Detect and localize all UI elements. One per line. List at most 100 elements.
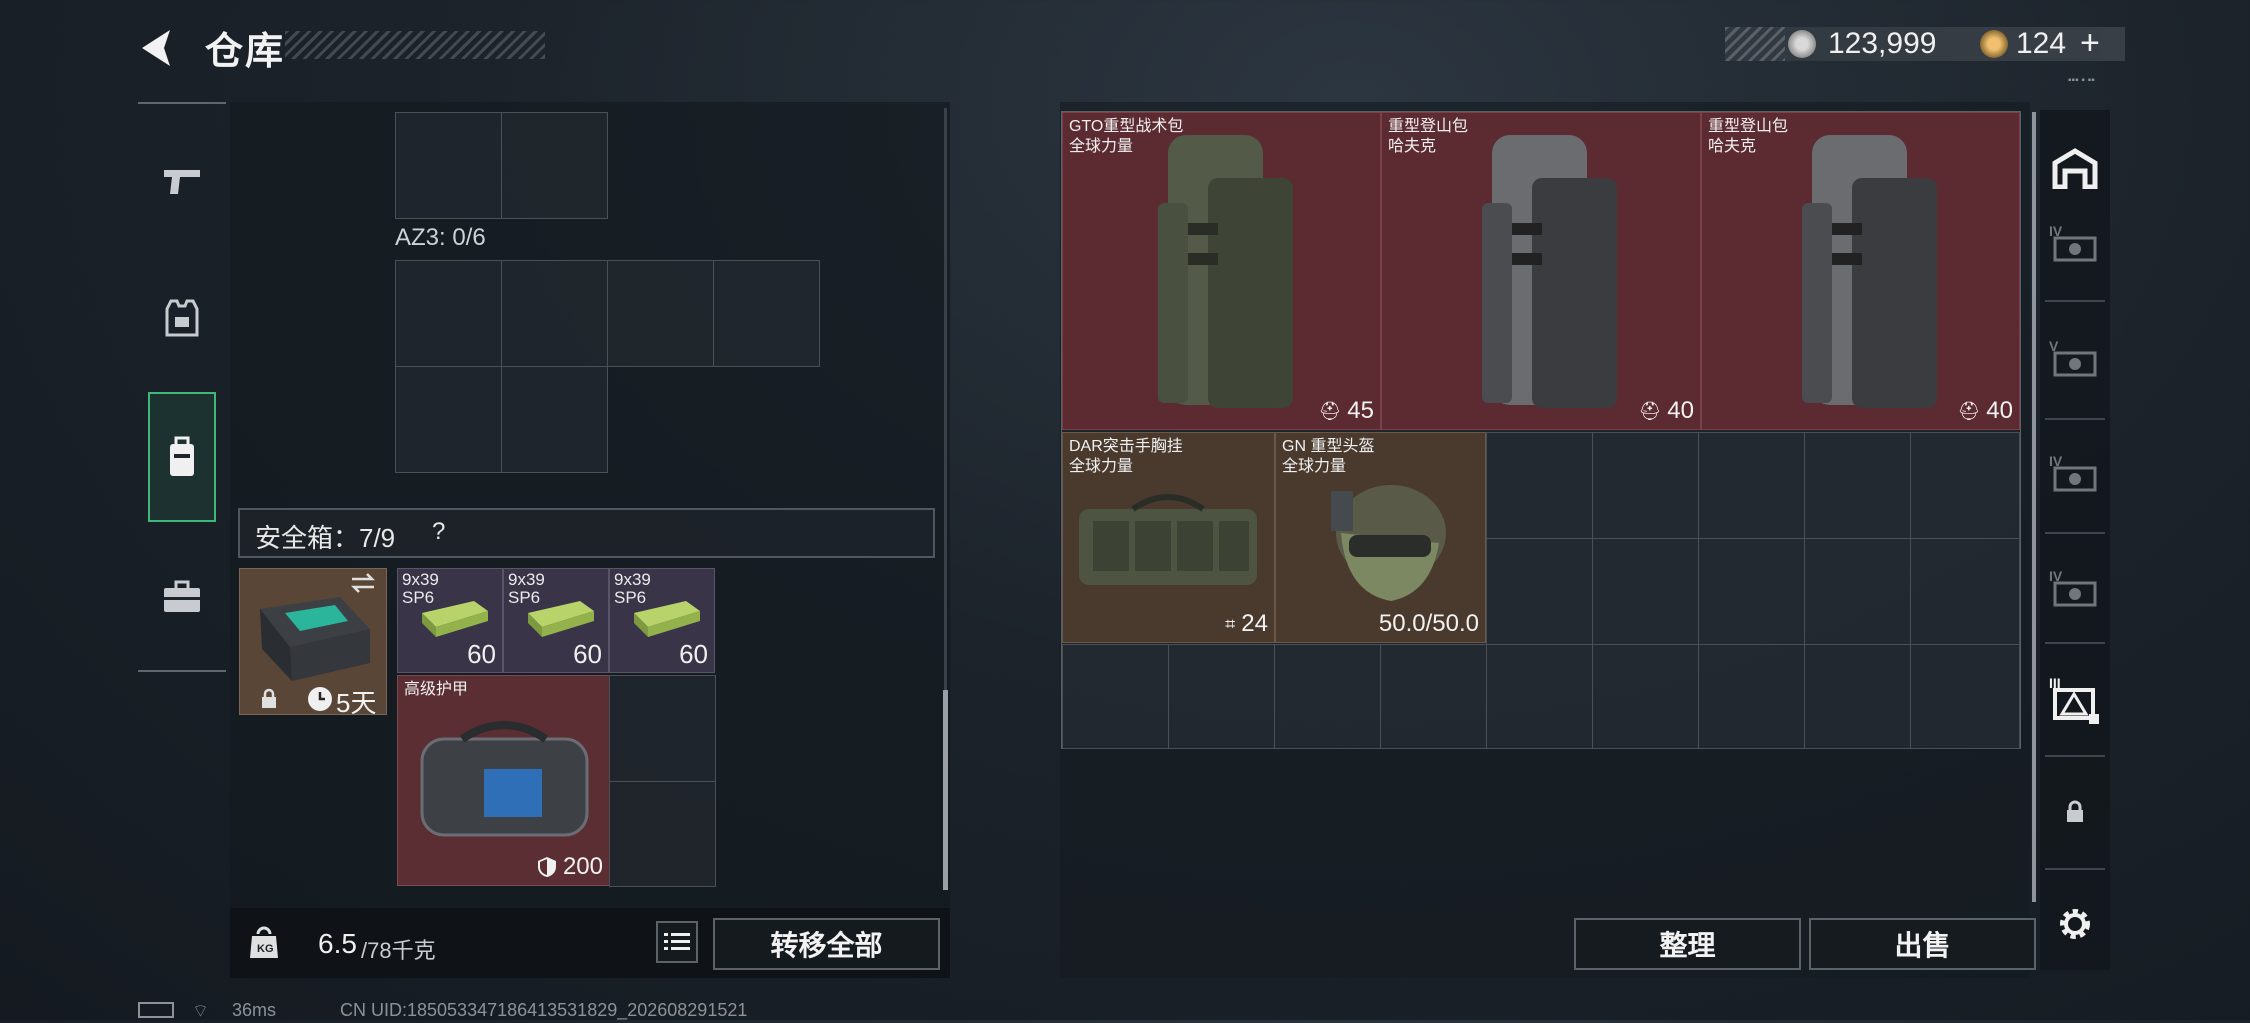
grid-cell[interactable] (1910, 538, 2020, 645)
storage-item-helmet[interactable]: GN 重型头盔 全球力量 50.0/50.0 (1275, 432, 1486, 643)
nav-armor[interactable] (138, 262, 226, 372)
grid-cell[interactable] (1804, 644, 1911, 749)
tactical-backpack-image (1158, 135, 1293, 408)
grid-cell[interactable] (609, 781, 716, 887)
grid-cell[interactable] (395, 260, 502, 367)
warehouse-icon (2052, 148, 2098, 189)
tab-storage-2[interactable]: V (2040, 310, 2110, 410)
safebox-label: 安全箱：7/9 (255, 523, 396, 553)
settings-button[interactable] (2040, 874, 2110, 974)
lock-icon (260, 688, 278, 710)
tab-divider (2045, 868, 2105, 870)
nav-backpack[interactable] (138, 402, 226, 512)
grid-cell[interactable] (1486, 432, 1593, 539)
armor-bag-item[interactable]: 高级护甲 200 (397, 675, 610, 886)
grid-cell[interactable] (1274, 644, 1381, 749)
grid-cell[interactable] (1592, 432, 1699, 539)
back-button[interactable] (136, 26, 180, 70)
list-icon (664, 933, 690, 950)
sell-button[interactable]: 出售 (1809, 918, 2036, 970)
tab-locked[interactable] (2040, 762, 2110, 862)
storage-item-backpack[interactable]: 重型登山包 哈夫克 ⛑ 40 (1381, 112, 1701, 430)
grid-cell[interactable] (1592, 538, 1699, 645)
gold-amount: 124 (2016, 27, 2067, 60)
storage-tab-v-icon: V (2049, 338, 2097, 377)
grid-cell[interactable] (1804, 432, 1911, 539)
tab-storage-4[interactable]: IV (2040, 540, 2110, 640)
tab-divider (2045, 532, 2105, 534)
grid-cell[interactable] (609, 675, 716, 782)
armor-vest-icon (165, 299, 199, 337)
page-title: 仓库 (205, 31, 286, 73)
item-faction: 哈夫克 (1388, 138, 1437, 155)
grid-cell[interactable] (501, 366, 608, 473)
capacity-icon: ⛑ (1318, 400, 1342, 421)
version-code: ▪▪▪ ▪ ▪▪ (2068, 75, 2095, 86)
ping-text: 36ms (232, 1000, 277, 1020)
uid-text: CN UID:1850533471864135318​29_2026082915… (340, 1000, 748, 1020)
item-value: 45 (1347, 397, 1374, 424)
sort-button[interactable]: 整理 (1574, 918, 1801, 970)
tab-storage-1[interactable]: IV (2040, 195, 2110, 295)
item-value: 40 (1667, 397, 1694, 424)
ammo-item[interactable]: 9x39 SP6 60 (503, 568, 609, 673)
ammo-type: SP6 (402, 588, 435, 607)
az3-label: AZ3: 0/6 (395, 224, 486, 251)
item-durability: 50.0/50.0 (1378, 610, 1479, 637)
grid-cell[interactable] (1910, 432, 2020, 539)
grid-cell[interactable] (713, 260, 820, 367)
tab-divider (2045, 755, 2105, 757)
nav-pistol[interactable] (138, 125, 226, 235)
grid-cell[interactable] (501, 260, 608, 367)
grid-cell[interactable] (395, 366, 502, 473)
item-name: 高级护甲 (404, 681, 469, 698)
item-faction: 全球力量 (1069, 458, 1134, 475)
grid-cell[interactable] (501, 112, 608, 219)
grid-cell[interactable] (1486, 644, 1593, 749)
tab-storage-3[interactable]: IV (2040, 425, 2110, 525)
grid-cell[interactable] (1698, 644, 1805, 749)
item-faction: 哈夫克 (1708, 138, 1757, 155)
capacity-icon: ⛑ (1638, 400, 1662, 421)
ammo-caliber: 9x39 (508, 570, 545, 589)
swap-icon[interactable] (350, 572, 376, 594)
capacity-icon: ⛑ (1957, 400, 1981, 421)
pistol-icon (164, 170, 200, 194)
ammo-item[interactable]: 9x39 SP6 60 (609, 568, 715, 673)
grid-cell[interactable] (395, 112, 502, 219)
grid-cell[interactable] (607, 260, 714, 367)
inventory-scrollbar-thumb[interactable] (943, 690, 948, 890)
storage-item-chest-rig[interactable]: DAR突击手胸挂 全球力量 ⌗ 24 (1062, 432, 1275, 643)
storage-item-backpack[interactable]: 重型登山包哈夫克 ⛑ 40 (1701, 112, 2020, 430)
item-value: 40 (1986, 397, 2013, 424)
gold-coin-icon (1980, 30, 2008, 58)
grid-cell[interactable] (1486, 538, 1593, 645)
grid-cell[interactable] (1910, 644, 2020, 749)
item-name: 重型登山包 (1708, 118, 1789, 135)
grid-cell[interactable] (1062, 644, 1169, 749)
grid-cell[interactable] (1592, 644, 1699, 749)
storage-item-backpack[interactable]: GTO重型战术包 全球力量 ⛑ 45 (1062, 112, 1381, 430)
storage-tab-iv-icon: IV (2049, 568, 2097, 607)
tab-divider (2045, 418, 2105, 420)
grid-cell[interactable] (1168, 644, 1275, 749)
grid-cell[interactable] (1380, 644, 1487, 749)
list-view-button[interactable] (656, 921, 698, 963)
currency-decoration (1725, 27, 1785, 61)
ammo-count: 60 (467, 639, 496, 669)
settings-icon (2060, 909, 2090, 939)
transfer-all-button[interactable]: 转移全部 (713, 918, 940, 970)
grid-cell[interactable] (1698, 432, 1805, 539)
grid-cell[interactable] (1804, 538, 1911, 645)
storage-tab-iv-icon: IV (2049, 453, 2097, 492)
ammo-item[interactable]: 9x39 SP6 60 (397, 568, 503, 673)
nav-briefcase[interactable] (138, 542, 226, 652)
item-value: 24 (1241, 610, 1268, 637)
grid-cell[interactable] (1698, 538, 1805, 645)
weight-max: /78千克 (361, 938, 436, 963)
storage-scrollbar[interactable] (2032, 112, 2036, 902)
add-gold-button[interactable]: + (2080, 24, 2100, 63)
safebox-help-button[interactable]: ? (432, 518, 445, 546)
tab-storage-5-active[interactable]: III (2040, 650, 2110, 750)
item-name: GN 重型头盔 (1282, 438, 1375, 455)
